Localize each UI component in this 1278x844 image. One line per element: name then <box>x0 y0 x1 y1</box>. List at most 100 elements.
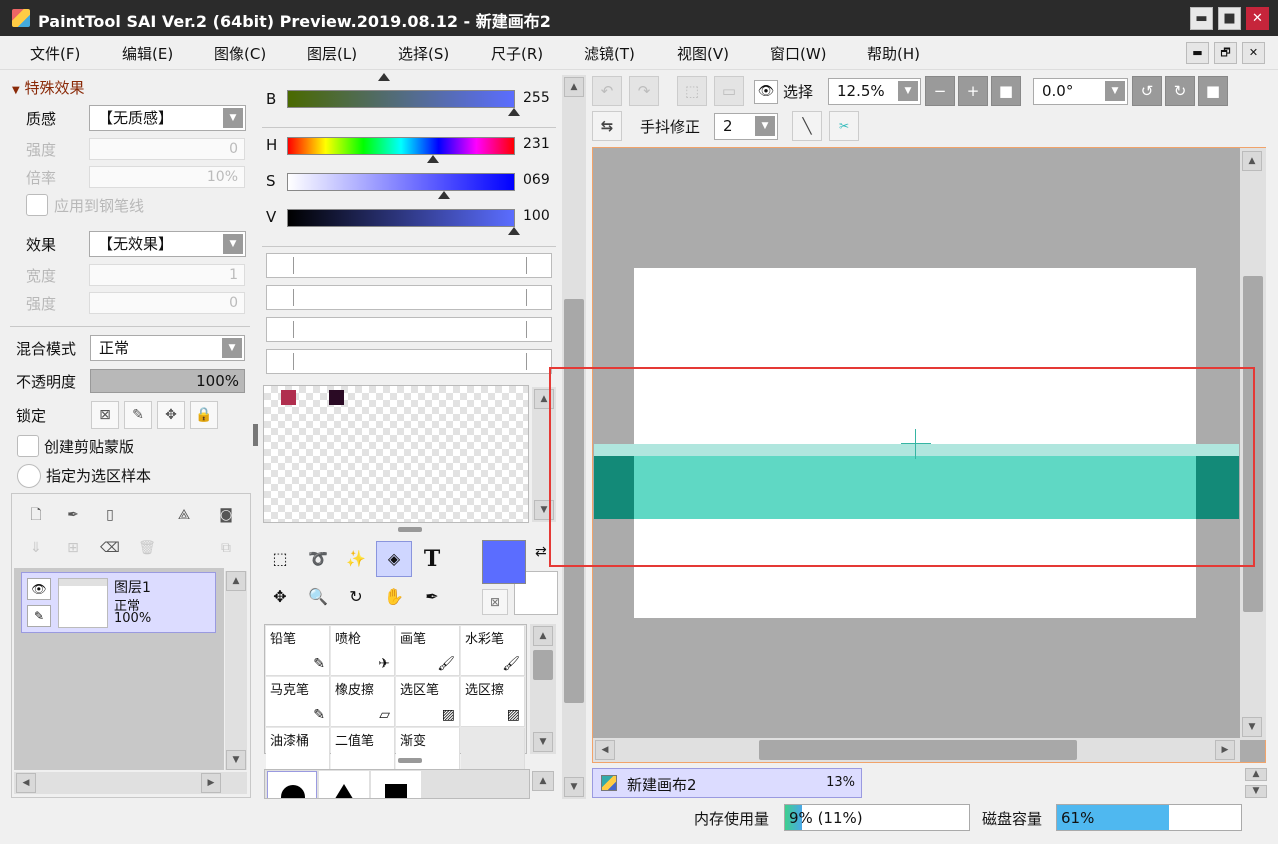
scroll-up-icon[interactable]: ▲ <box>1242 151 1262 171</box>
minimize-button[interactable]: ▬ <box>1190 7 1213 30</box>
stabilizer-select[interactable]: 2 ▼ <box>714 113 778 140</box>
b-slider-handle[interactable] <box>508 108 520 116</box>
lasso-icon[interactable]: ➰ <box>300 541 336 577</box>
effect-select[interactable]: 【无效果】 ▼ <box>89 231 246 257</box>
layer-scrollbar[interactable]: ▲ ▼ <box>225 571 247 770</box>
shape-tool-icon[interactable]: ◈ <box>376 541 412 577</box>
s-value[interactable]: 069 <box>523 172 550 188</box>
scroll-thumb[interactable] <box>759 740 1077 760</box>
brush-shape-circle[interactable] <box>267 771 317 798</box>
scroll-up-icon[interactable]: ▲ <box>533 626 553 646</box>
layer-hscrollbar[interactable]: ◀ ▶ <box>14 772 247 794</box>
hand-tool-icon[interactable]: ✋ <box>376 579 412 615</box>
layer-mask-icon[interactable]: ◙ <box>212 502 240 530</box>
new-layer-icon[interactable]: 🗋 <box>22 502 50 530</box>
scroll-down-icon[interactable]: ▼ <box>533 732 553 752</box>
canvas-tab[interactable]: 新建画布2 13% <box>592 768 862 798</box>
new-linework-layer-icon[interactable]: ✒ <box>59 502 87 530</box>
brush-slot[interactable]: 马克笔 ✎ <box>266 677 330 727</box>
menu-select[interactable]: 选择(S) <box>398 43 449 64</box>
v-slider-handle[interactable] <box>508 227 520 235</box>
brush-shape-square[interactable] <box>371 771 421 798</box>
effect-width-field[interactable]: 1 <box>89 264 245 286</box>
tab-scroll-down-icon[interactable]: ▼ <box>1245 785 1267 798</box>
scroll-left-icon[interactable]: ◀ <box>595 740 615 760</box>
brush-slot[interactable]: 选区笔 ▨ <box>396 677 460 727</box>
brush-shape-triangle[interactable] <box>319 771 369 798</box>
magic-wand-icon[interactable]: ✨ <box>338 541 374 577</box>
scroll-right-icon[interactable]: ▶ <box>1215 740 1235 760</box>
custom-slider-4[interactable] <box>266 349 552 374</box>
scroll-right-icon[interactable]: ▶ <box>201 773 221 793</box>
menu-help[interactable]: 帮助(H) <box>867 43 920 64</box>
edit-pen-icon[interactable]: ✎ <box>27 605 51 627</box>
combine-layer-icon[interactable]: ⊞ <box>59 535 87 563</box>
clear-layer-icon[interactable]: ⌫ <box>96 535 124 563</box>
zoom-reset-icon[interactable]: ■ <box>991 76 1021 106</box>
panel-splitter[interactable] <box>398 758 422 763</box>
mdi-close-button[interactable]: ✕ <box>1242 42 1265 64</box>
lock-move-icon[interactable]: ✥ <box>157 401 185 429</box>
redo-icon[interactable]: ↷ <box>629 76 659 106</box>
zoom-tool-icon[interactable]: 🔍 <box>300 579 336 615</box>
clipping-mask-checkbox[interactable] <box>17 435 39 457</box>
scroll-down-icon[interactable]: ▼ <box>564 777 584 797</box>
new-folder-icon[interactable]: ▯ <box>96 502 124 530</box>
menu-ruler[interactable]: 尺子(R) <box>491 43 543 64</box>
brush-scrollbar[interactable]: ▲ ▼ <box>530 624 556 754</box>
scroll-up-icon[interactable]: ▲ <box>564 77 584 97</box>
line-tool-icon[interactable]: ╲ <box>792 111 822 141</box>
texture-select[interactable]: 【无质感】 ▼ <box>89 105 246 131</box>
custom-slider-2[interactable] <box>266 285 552 310</box>
layer-effects-icon[interactable]: ⟁ <box>170 502 198 530</box>
menu-layer[interactable]: 图层(L) <box>307 43 357 64</box>
h-value[interactable]: 231 <box>523 136 550 152</box>
scroll-up-icon[interactable]: ▲ <box>532 771 554 791</box>
transfer-layer-icon[interactable]: ⧉ <box>212 535 240 563</box>
v-slider[interactable] <box>287 209 515 227</box>
rotate-tool-icon[interactable]: ↻ <box>338 579 374 615</box>
primary-color[interactable] <box>482 540 526 584</box>
deselect-icon[interactable]: ⬚ <box>677 76 707 106</box>
symmetry-icon[interactable]: ✂ <box>829 111 859 141</box>
tab-scroll-up-icon[interactable]: ▲ <box>1245 768 1267 781</box>
effect-strength-field[interactable]: 0 <box>89 292 245 314</box>
menu-filter[interactable]: 滤镜(T) <box>584 43 635 64</box>
b-value[interactable]: 255 <box>523 90 550 106</box>
blend-mode-select[interactable]: 正常 ▼ <box>90 335 245 361</box>
apply-to-pen-checkbox[interactable] <box>26 194 48 216</box>
panel-splitter[interactable] <box>398 527 422 532</box>
invert-selection-icon[interactable]: ▭ <box>714 76 744 106</box>
brush-slot[interactable]: 喷枪 ✈ <box>331 626 395 676</box>
flip-horizontal-icon[interactable]: ⇆ <box>592 111 622 141</box>
panel-splitter[interactable] <box>253 424 258 446</box>
close-button[interactable]: ✕ <box>1246 7 1269 30</box>
h-slider[interactable] <box>287 137 515 155</box>
layer-row[interactable]: 👁 ✎ 图层1 正常 100% <box>21 572 216 633</box>
mdi-minimize-button[interactable]: ▬ <box>1186 42 1209 64</box>
rect-select-icon[interactable]: ⬚ <box>262 541 298 577</box>
v-value[interactable]: 100 <box>523 208 550 224</box>
canvas-hscrollbar[interactable]: ◀ ▶ <box>593 738 1240 762</box>
lock-all-icon[interactable]: 🔒 <box>190 401 218 429</box>
s-slider[interactable] <box>287 173 515 191</box>
custom-slider-1[interactable] <box>266 253 552 278</box>
selection-source-radio[interactable] <box>17 464 41 488</box>
scroll-down-icon[interactable]: ▼ <box>226 750 246 770</box>
scroll-left-icon[interactable]: ◀ <box>16 773 36 793</box>
color-swatch[interactable] <box>281 390 296 405</box>
texture-scale-field[interactable]: 10% <box>89 166 245 188</box>
maximize-button[interactable]: ■ <box>1218 7 1241 30</box>
h-slider-handle[interactable] <box>427 155 439 163</box>
menu-file[interactable]: 文件(F) <box>30 43 80 64</box>
eyedropper-icon[interactable]: ✒ <box>414 579 450 615</box>
custom-slider-3[interactable] <box>266 317 552 342</box>
rotation-reset-icon[interactable]: ■ <box>1198 76 1228 106</box>
special-effects-header[interactable]: ▼ 特殊效果 <box>12 77 85 98</box>
texture-strength-field[interactable]: 0 <box>89 138 245 160</box>
transparent-color-icon[interactable]: ⊠ <box>482 589 508 615</box>
b-slider[interactable] <box>287 90 515 108</box>
zoom-select[interactable]: 12.5% ▼ <box>828 78 921 105</box>
zoom-in-icon[interactable]: + <box>958 76 988 106</box>
brush-slot[interactable]: 橡皮擦 ▱ <box>331 677 395 727</box>
